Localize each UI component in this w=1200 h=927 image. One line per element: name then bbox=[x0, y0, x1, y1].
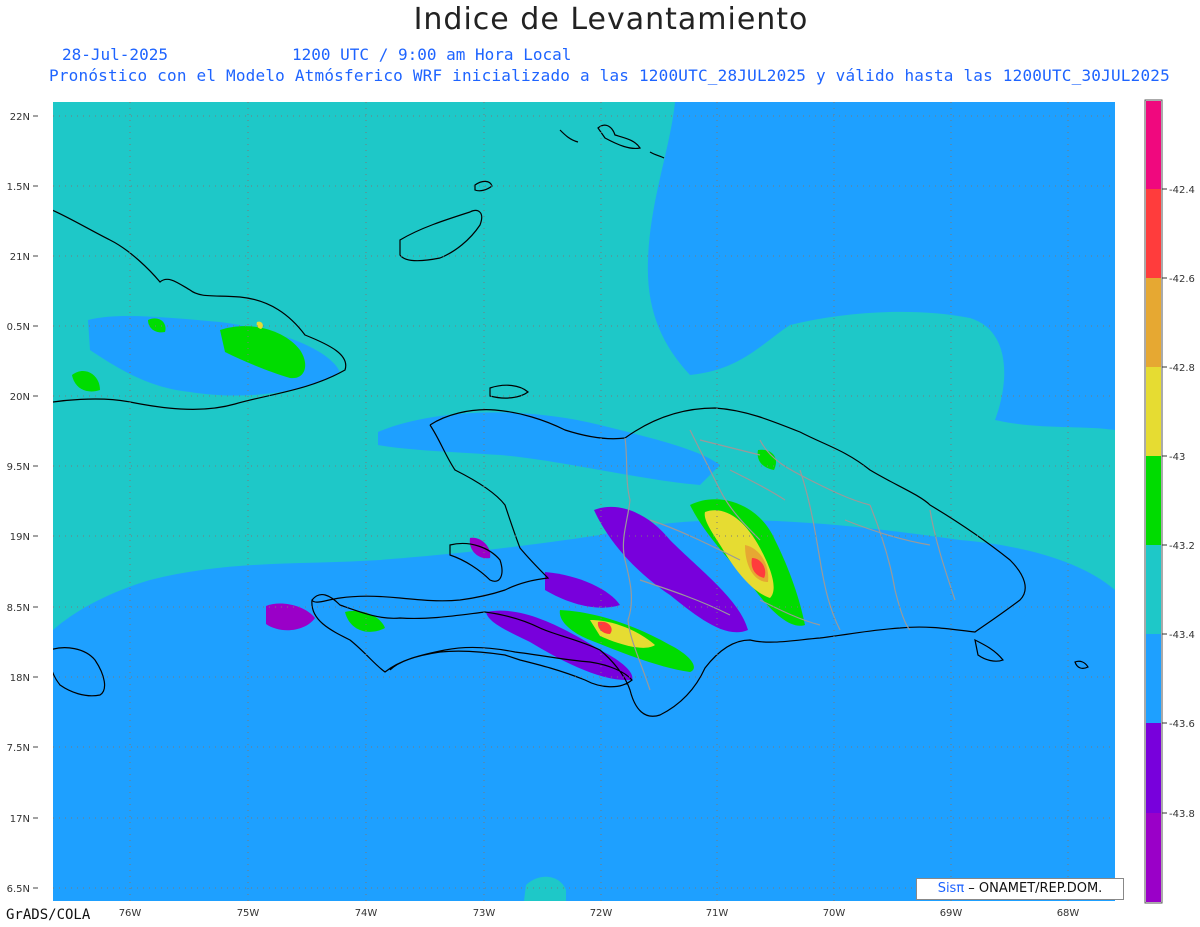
colorbar-swatch bbox=[1146, 545, 1161, 634]
colorbar-label: -43.6 bbox=[1169, 719, 1195, 730]
lat-label: 17N bbox=[10, 814, 30, 825]
colorbar-swatch bbox=[1146, 367, 1161, 456]
lat-label: 6.5N bbox=[7, 884, 30, 895]
colorbar-label: -42.4 bbox=[1169, 185, 1195, 196]
lon-label: 73W bbox=[473, 908, 496, 919]
lon-label: 71W bbox=[706, 908, 729, 919]
colorbar-label: -43.4 bbox=[1169, 630, 1195, 641]
lat-label: 21N bbox=[10, 252, 30, 263]
lon-label: 74W bbox=[355, 908, 378, 919]
credit-box: Sisπ – ONAMET/REP.DOM. bbox=[916, 878, 1124, 900]
colorbar-label: -42.6 bbox=[1169, 274, 1195, 285]
lat-label: 0.5N bbox=[7, 322, 30, 333]
lat-label: 1.5N bbox=[7, 182, 30, 193]
lat-label: 18N bbox=[10, 673, 30, 684]
lon-label: 72W bbox=[590, 908, 613, 919]
lon-label: 70W bbox=[823, 908, 846, 919]
lat-label: 20N bbox=[10, 392, 30, 403]
credit-brand: Sisπ bbox=[937, 881, 965, 896]
lifted-index-map: 22N 1.5N 21N 0.5N 20N 9.5N 19N 8.5N 18N … bbox=[7, 99, 1195, 919]
colorbar-label: -42.8 bbox=[1169, 363, 1195, 374]
colorbar-label: -43 bbox=[1169, 452, 1185, 463]
lat-label: 19N bbox=[10, 532, 30, 543]
colorbar-swatch bbox=[1146, 278, 1161, 367]
colorbar: -42.4 -42.6 -42.8 -43 -43.2 -43.4 -43.6 … bbox=[1144, 99, 1195, 904]
colorbar-swatch bbox=[1146, 456, 1161, 545]
lon-label: 75W bbox=[237, 908, 260, 919]
lon-label: 69W bbox=[940, 908, 963, 919]
credit-text: – ONAMET/REP.DOM. bbox=[964, 881, 1103, 896]
lat-label: 9.5N bbox=[7, 462, 30, 473]
lat-label: 7.5N bbox=[7, 743, 30, 754]
colorbar-swatch bbox=[1146, 189, 1161, 278]
colorbar-swatch bbox=[1146, 813, 1161, 902]
lat-label: 22N bbox=[10, 112, 30, 123]
colorbar-label: -43.2 bbox=[1169, 541, 1195, 552]
colorbar-swatch bbox=[1146, 101, 1161, 189]
colorbar-swatch bbox=[1146, 634, 1161, 723]
colorbar-swatch bbox=[1146, 723, 1161, 813]
colorbar-label: -43.8 bbox=[1169, 809, 1195, 820]
lat-label: 8.5N bbox=[7, 603, 30, 614]
latitude-axis: 22N 1.5N 21N 0.5N 20N 9.5N 19N 8.5N 18N … bbox=[7, 112, 38, 895]
longitude-axis: 76W 75W 74W 73W 72W 71W 70W 69W 68W bbox=[119, 908, 1080, 919]
lon-label: 76W bbox=[119, 908, 142, 919]
lon-label: 68W bbox=[1057, 908, 1080, 919]
software-footer: GrADS/COLA bbox=[6, 907, 91, 923]
